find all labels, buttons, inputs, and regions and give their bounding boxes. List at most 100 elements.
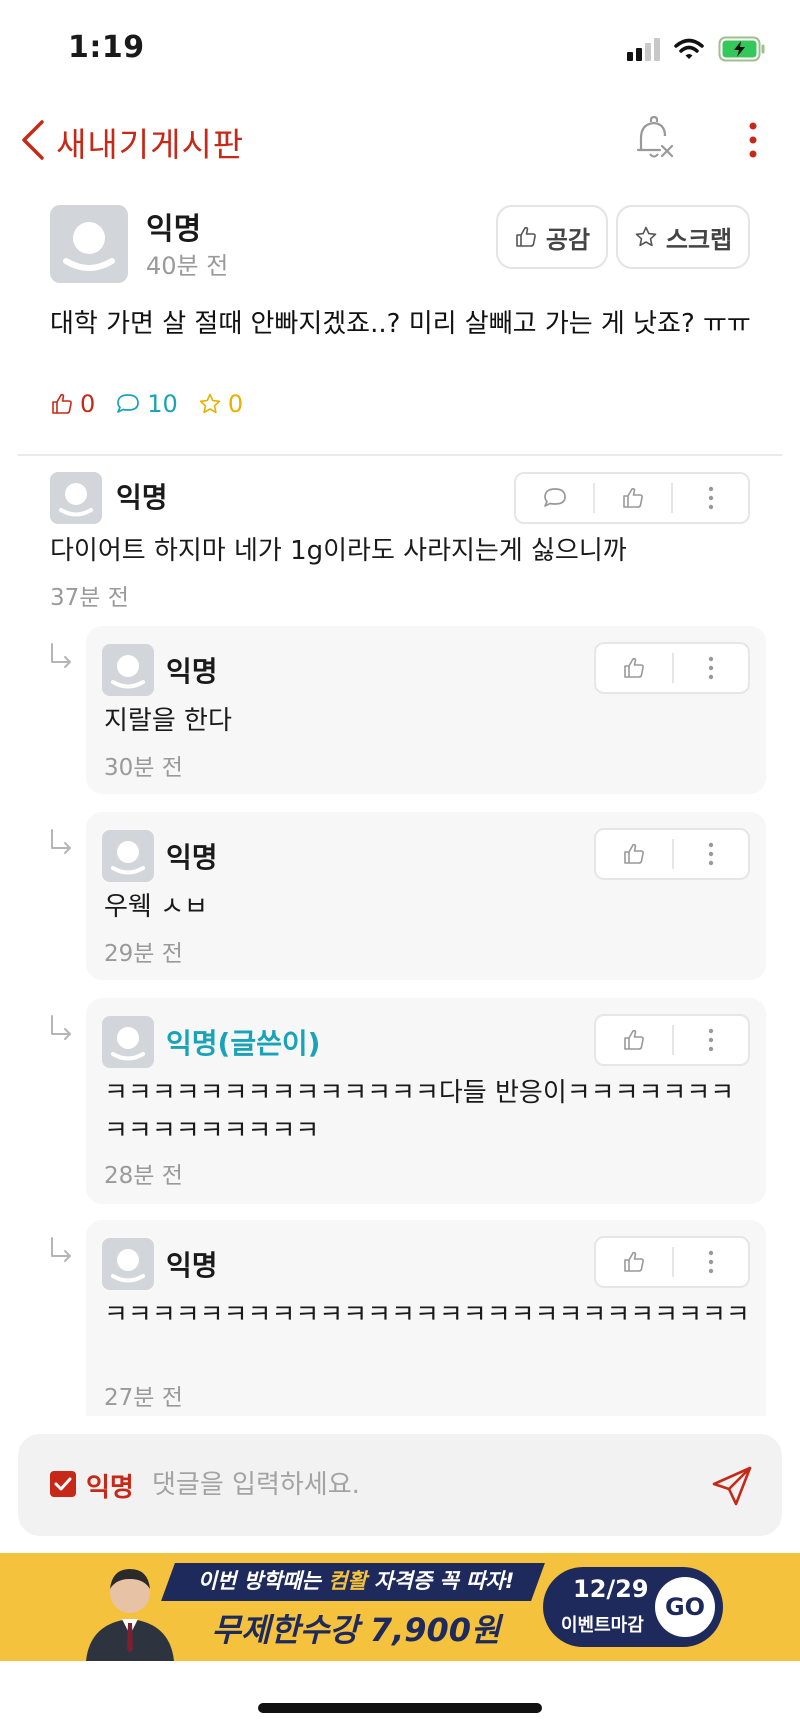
- reply-more-button[interactable]: [674, 644, 748, 692]
- comment-composer: 익명: [18, 1434, 782, 1536]
- speech-bubble-icon: [543, 488, 566, 507]
- like-count: 0: [50, 390, 95, 418]
- default-avatar-icon: [111, 1027, 145, 1061]
- ad-headline: 이번 방학때는 컴활 자격증 꼭 따자!: [197, 1569, 515, 1593]
- post-author: 익명: [146, 212, 202, 247]
- battery-charging-icon: [718, 36, 765, 62]
- more-options-button[interactable]: [738, 118, 768, 162]
- comment: 익명 다이어트 하지마 네가 1g이라도 사라지는게 싫으니까 37분 전: [50, 470, 750, 620]
- reply-body: ㅋㅋㅋㅋㅋㅋㅋㅋㅋㅋㅋㅋㅋㅋㅋㅋㅋㅋㅋㅋㅋㅋㅋㅋㅋㅋㅋ: [104, 1300, 750, 1330]
- avatar: [102, 1016, 154, 1068]
- anonymous-label[interactable]: 익명: [86, 1467, 134, 1504]
- speech-bubble-icon: [117, 394, 140, 413]
- reply-like-button[interactable]: [596, 1238, 672, 1286]
- comment-input[interactable]: [152, 1462, 692, 1508]
- reply-time: 27분 전: [104, 1385, 183, 1411]
- thumbs-up-icon: [623, 487, 643, 508]
- avatar: [102, 1238, 154, 1290]
- reply-author: 익명: [166, 655, 218, 688]
- reply-more-button[interactable]: [674, 830, 748, 878]
- checkbox-icon: [54, 1477, 72, 1491]
- divider: [18, 454, 782, 456]
- reply-time: 29분 전: [104, 941, 183, 967]
- reply-time: 28분 전: [104, 1163, 183, 1189]
- thumbs-up-icon: [624, 1251, 644, 1272]
- thumbs-up-icon: [52, 393, 72, 414]
- reply-actions: [594, 642, 750, 694]
- reply-body: ㅋㅋㅋㅋㅋㅋㅋㅋㅋㅋㅋㅋㅋㅋ다들 반응이ㅋㅋㅋㅋㅋㅋㅋㅋㅋㅋㅋㅋㅋㅋㅋㅋ: [104, 1078, 735, 1146]
- reply-author-op: 익명(글쓴이): [166, 1027, 321, 1060]
- more-vertical-icon: [708, 1250, 714, 1274]
- comment-actions: [514, 472, 750, 524]
- reply-actions: [594, 1014, 750, 1066]
- scrap-count-value: 0: [227, 390, 244, 418]
- post-body: 대학 가면 살 절때 안빠지겠죠..? 미리 살빼고 가는 게 낫죠? ㅠㅠ: [50, 309, 751, 339]
- reply: 익명 우웩 ㅅㅂ 29분 전: [86, 812, 766, 980]
- send-icon: [712, 1466, 752, 1506]
- reply: 익명 ㅋㅋㅋㅋㅋㅋㅋㅋㅋㅋㅋㅋㅋㅋㅋㅋㅋㅋㅋㅋㅋㅋㅋㅋㅋㅋㅋ 27분 전: [86, 1220, 766, 1416]
- anonymous-checkbox[interactable]: [50, 1471, 76, 1497]
- bell-off-icon: [636, 115, 674, 158]
- more-vertical-icon: [708, 486, 713, 510]
- post-time: 40분 전: [146, 252, 229, 280]
- reply-more-button[interactable]: [674, 1016, 748, 1064]
- more-vertical-icon: [749, 122, 757, 158]
- reply-like-button[interactable]: [596, 1016, 672, 1064]
- back-button[interactable]: [14, 118, 54, 162]
- send-button[interactable]: [708, 1462, 756, 1510]
- reply-arrow-icon: [51, 829, 71, 854]
- status-bar: 1:19: [0, 0, 800, 100]
- status-icons: [627, 34, 766, 64]
- star-icon: [199, 393, 221, 414]
- reply-body: 지랄을 한다: [104, 706, 232, 736]
- comment-like-button[interactable]: [595, 474, 671, 522]
- comment-author: 익명: [116, 481, 168, 514]
- thumbs-up-icon: [624, 657, 644, 678]
- ad-date: 12/29: [573, 1575, 649, 1603]
- scrap-count: 0: [198, 390, 243, 418]
- comment-time: 37분 전: [50, 585, 129, 611]
- reply-like-button[interactable]: [596, 644, 672, 692]
- post-stats: 0 10 0: [50, 390, 243, 418]
- avatar: [102, 830, 154, 882]
- ad-banner[interactable]: 이번 방학때는 컴활 자격증 꼭 따자! 무제한수강 7,900원 12/29 …: [0, 1553, 800, 1661]
- home-indicator: [258, 1703, 542, 1713]
- default-avatar-icon: [59, 483, 93, 517]
- thumbs-up-icon: [624, 843, 644, 864]
- wifi-icon: [674, 38, 704, 59]
- scrap-button[interactable]: 스크랩: [616, 205, 750, 269]
- comment-count: 10: [115, 390, 178, 418]
- more-vertical-icon: [708, 656, 714, 680]
- app-header: 새내기게시판: [0, 100, 800, 180]
- like-count-value: 0: [80, 390, 96, 418]
- scrap-button-label: 스크랩: [665, 225, 733, 254]
- reply-author: 익명: [166, 841, 218, 874]
- reply-actions: [594, 1236, 750, 1288]
- status-time: 1:19: [68, 30, 145, 65]
- ad-go-button[interactable]: GO: [655, 1577, 715, 1637]
- notification-toggle-button[interactable]: [632, 115, 676, 164]
- board-title: 새내기게시판: [56, 125, 245, 164]
- default-avatar-icon: [111, 1249, 145, 1283]
- thumbs-up-icon: [624, 1029, 644, 1050]
- reply-arrow-icon: [51, 1237, 71, 1262]
- ad-price: 무제한수강 7,900원: [211, 1611, 501, 1649]
- reply-author: 익명: [166, 1249, 218, 1282]
- reply-button[interactable]: [516, 474, 593, 522]
- comment-body: 다이어트 하지마 네가 1g이라도 사라지는게 싫으니까: [50, 536, 627, 566]
- reply-like-button[interactable]: [596, 830, 672, 878]
- reply-actions: [594, 828, 750, 880]
- ad-deadline-badge: 12/29 이벤트마감 GO: [543, 1567, 723, 1647]
- avatar: [50, 472, 102, 524]
- reply-arrow-icon: [51, 1015, 71, 1040]
- comment-more-button[interactable]: [673, 474, 748, 522]
- reply: 익명 지랄을 한다 30분 전: [86, 626, 766, 794]
- star-icon: [635, 226, 657, 247]
- chevron-left-icon: [22, 120, 44, 160]
- reply-more-button[interactable]: [674, 1238, 748, 1286]
- like-button[interactable]: 공감: [496, 205, 608, 269]
- reply-time: 30분 전: [104, 755, 183, 781]
- comment-count-value: 10: [147, 390, 178, 418]
- default-avatar-icon: [63, 222, 115, 271]
- reply-body: 우웩 ㅅㅂ: [104, 892, 208, 922]
